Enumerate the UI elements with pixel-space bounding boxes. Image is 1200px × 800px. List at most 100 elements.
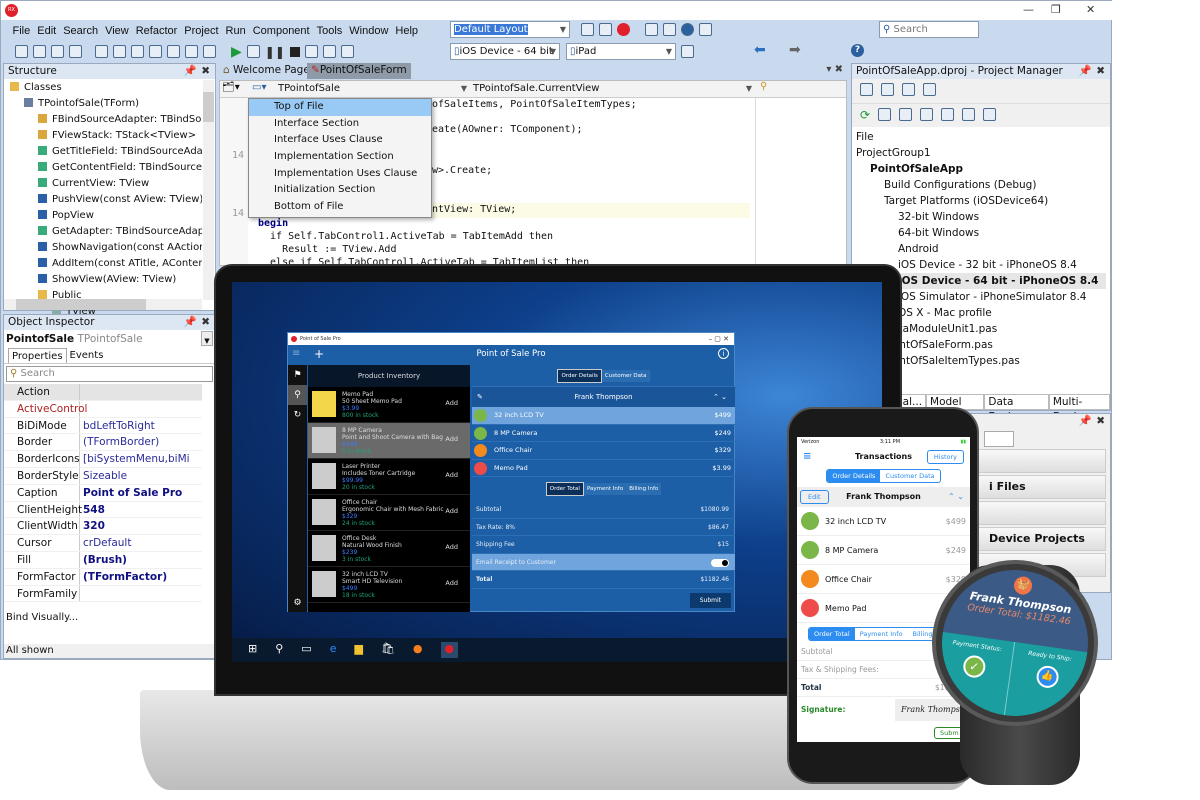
product-item[interactable]: Laser Printer Includes Toner Cartridge $99… [308, 459, 470, 495]
menu-project[interactable]: Project [181, 23, 222, 39]
view-icon[interactable] [923, 83, 936, 96]
tab-order-details[interactable]: Order Details [557, 368, 602, 383]
nav-menu-item[interactable]: Bottom of File [249, 199, 431, 216]
history-button[interactable]: History [926, 450, 964, 464]
search-input[interactable]: ⚲ Search [879, 21, 979, 38]
open-project-icon[interactable] [113, 45, 126, 58]
product-item[interactable]: Office Desk Natural Wood Finish $239 3 in s… [308, 531, 470, 567]
section-nav-icon[interactable]: ▭▾ [252, 82, 266, 93]
menu-component[interactable]: Component [249, 23, 313, 39]
nav-menu-item[interactable]: Top of File [249, 99, 431, 116]
calendar-icon[interactable] [663, 23, 676, 36]
structure-item[interactable]: GetTitleField: TBindSourceAdapter [4, 144, 202, 160]
tab-billing-info[interactable]: Billing Info [626, 483, 662, 495]
nav-menu-item[interactable]: Initialization Section [249, 182, 431, 199]
edit-icon[interactable]: ✎ [477, 387, 483, 407]
refresh-icon[interactable]: ↻ [288, 405, 307, 425]
structure-item[interactable]: GetAdapter: TBindSourceAdapter [4, 224, 202, 240]
add-icon[interactable] [881, 83, 894, 96]
firefox-icon[interactable]: ● [413, 642, 423, 658]
layout-combo[interactable]: Default Layout ▼ [450, 21, 570, 38]
property-row[interactable]: ClientWidth 320 [4, 518, 202, 536]
close-button[interactable]: ✕ [1086, 3, 1095, 16]
expand-icon[interactable] [878, 108, 892, 121]
close-icon[interactable]: ✖ [1096, 64, 1105, 79]
tab-customer-data[interactable]: Customer Data [601, 369, 650, 382]
product-item[interactable]: 32 inch LCD TV Smart HD Television $499 18 … [308, 567, 470, 603]
add-button[interactable]: Add [445, 400, 458, 407]
structure-item[interactable]: AddItem(const ATitle, AContent: [4, 256, 202, 272]
property-value[interactable]: (TFormFactor) [80, 569, 190, 585]
property-row[interactable]: Action [4, 384, 202, 401]
project-item[interactable]: 32-bit Windows [856, 209, 1106, 225]
property-value[interactable]: 548 [80, 502, 190, 518]
add-button[interactable]: Add [445, 436, 458, 443]
property-value[interactable]: (Brush) [80, 552, 190, 568]
info-icon[interactable]: i [718, 348, 729, 359]
property-value[interactable]: Point of Sale Pro [80, 485, 190, 501]
tab-order-details[interactable]: Order Details [827, 470, 881, 482]
tab-welcome-page[interactable]: ⌂ Welcome Page [223, 64, 310, 76]
feedback-icon[interactable] [699, 23, 712, 36]
pin-icon[interactable]: 📌 [1079, 414, 1092, 429]
file-explorer-icon[interactable]: ▆ [354, 642, 362, 658]
chevron-down-icon[interactable]: ▼ [201, 331, 213, 346]
product-item[interactable]: Memo Pad 50 Sheet Memo Pad $3.99 800 in sto… [308, 387, 470, 423]
settings-icon[interactable]: ⚙ [288, 598, 307, 608]
layout-save-icon[interactable] [581, 23, 594, 36]
project-item[interactable]: PointOfSaleApp [856, 161, 1106, 177]
structure-item[interactable]: ShowNavigation(const AAction: [4, 240, 202, 256]
menu-file[interactable]: File [9, 23, 34, 39]
close-icon[interactable]: ✖ [201, 64, 210, 79]
vertical-scrollbar[interactable] [203, 80, 214, 300]
property-value[interactable] [80, 586, 190, 602]
flag-icon[interactable]: ⚑ [288, 365, 307, 385]
add-button[interactable]: Add [445, 544, 458, 551]
tab-customer-data[interactable]: Customer Data [880, 470, 939, 482]
back-icon[interactable]: ⬅ [754, 42, 766, 58]
pin-icon[interactable]: 📌 [184, 64, 197, 79]
minimize-button[interactable]: — [1023, 3, 1034, 16]
bind-visually-link[interactable]: Bind Visually... [6, 612, 78, 623]
save-icon[interactable] [131, 45, 144, 58]
property-value[interactable]: (TFormBorder) [80, 434, 190, 450]
build-all-icon[interactable] [983, 108, 997, 121]
email-receipt-toggle[interactable] [711, 558, 729, 567]
edit-button[interactable]: Edit [800, 490, 829, 504]
hamburger-icon[interactable]: ≡ [803, 447, 811, 467]
structure-item[interactable]: FViewStack: TStack<TView> [4, 128, 202, 144]
pin-icon[interactable]: 📌 [1079, 64, 1092, 79]
add-folder-icon[interactable] [185, 45, 198, 58]
palette-search-input[interactable] [984, 431, 1014, 447]
layout-apply-icon[interactable] [599, 23, 612, 36]
help-icon[interactable]: ? [851, 44, 864, 57]
menu-tools[interactable]: Tools [313, 23, 346, 39]
structure-item[interactable]: FBindSourceAdapter: TBindSourceAdapter [4, 112, 202, 128]
list-icon[interactable] [920, 108, 934, 121]
order-line[interactable]: Office Chair $329 [472, 442, 735, 460]
maximize-button[interactable]: ❐ [1051, 3, 1061, 16]
property-value[interactable]: bdLeftToRight [80, 418, 190, 434]
property-row[interactable]: Border (TFormBorder) [4, 434, 202, 452]
menu-run[interactable]: Run [222, 23, 249, 39]
collapse-icon[interactable] [899, 108, 913, 121]
menu-refactor[interactable]: Refactor [132, 23, 181, 39]
search-icon[interactable]: ⚲ [275, 642, 283, 658]
menu-view[interactable]: View [102, 23, 133, 39]
tab-properties[interactable]: Properties [8, 348, 67, 363]
tab-multi-device[interactable]: Multi-Devi... [1048, 394, 1111, 423]
project-item[interactable]: Target Platforms (iOSDevice64) [856, 193, 1106, 209]
property-value[interactable] [80, 401, 190, 417]
tab-events[interactable]: Events [67, 348, 107, 363]
windows-start-icon[interactable]: ⊞ [248, 642, 257, 658]
product-item[interactable]: Office Chair Ergonomic Chair with Mesh Fa… [308, 495, 470, 531]
project-item[interactable]: 64-bit Windows [856, 225, 1106, 241]
close-icon[interactable]: ▾ ✖ [826, 64, 843, 75]
forward-icon[interactable]: ➡ [789, 42, 801, 58]
property-value[interactable]: crDefault [80, 535, 190, 551]
structure-item[interactable]: ShowView(AView: TView) [4, 272, 202, 288]
nav-menu-item[interactable]: Interface Uses Clause [249, 132, 431, 149]
refresh-device-icon[interactable] [681, 45, 694, 61]
check-icon[interactable]: ✓ [961, 654, 987, 679]
object-selector[interactable]: PointofSale TPointofSale ▼ [4, 330, 215, 348]
